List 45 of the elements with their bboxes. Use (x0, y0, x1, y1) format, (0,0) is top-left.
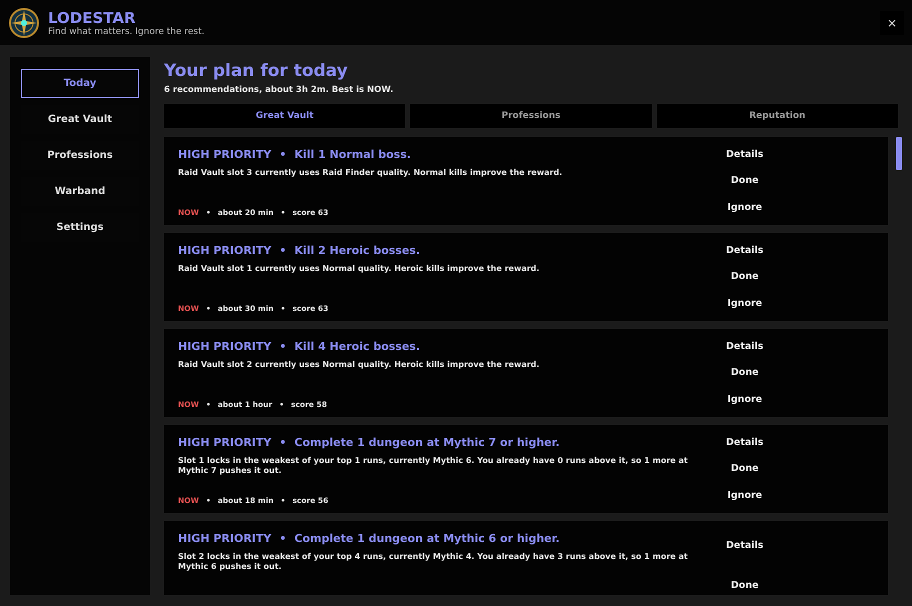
priority-label: HIGH PRIORITY (178, 436, 272, 449)
card-title: Kill 2 Heroic bosses. (294, 244, 420, 257)
compass-logo-icon (8, 6, 40, 38)
summary-text: 6 recommendations, about 3h 2m. Best is NOW. (164, 85, 394, 95)
card-title: Complete 1 dungeon at Mythic 7 or higher. (294, 436, 560, 449)
card-description: Slot 2 locks in the weakest of your top 4 runs, currently Mythic 4. You already have 3 runs above it, so 1 more at Mythic 6 pushes it out. (178, 552, 689, 572)
sidebar-item[interactable]: Today (21, 69, 139, 98)
scrollbar-thumb[interactable] (896, 137, 902, 170)
card-title: Kill 1 Normal boss. (294, 148, 411, 161)
tab[interactable]: Great Vault (164, 104, 406, 128)
priority-label: HIGH PRIORITY (178, 148, 272, 161)
tab[interactable]: Professions (410, 104, 652, 128)
priority-label: HIGH PRIORITY (178, 340, 272, 353)
card-action-button[interactable]: Details (718, 538, 772, 552)
card-description: Raid Vault slot 1 currently uses Normal quality. Heroic kills improve the reward. (178, 264, 540, 274)
separator-dot: • (279, 532, 286, 545)
card-action-button[interactable]: Done (718, 269, 772, 284)
separator-dot: • (279, 436, 286, 449)
page-heading: Your plan for today (164, 61, 349, 81)
card-action-button[interactable]: Done (718, 461, 772, 476)
card-description: Slot 1 locks in the weakest of your top 1 runs, currently Mythic 6. You already have 0 runs above it, so 1 more at Mythic 7 pushes it out. (178, 456, 689, 476)
card-action-button[interactable]: Ignore (718, 392, 772, 408)
card-action-button[interactable]: Ignore (718, 200, 772, 216)
card-action-button[interactable]: Ignore (718, 296, 772, 312)
card-title: Complete 1 dungeon at Mythic 6 or higher. (294, 532, 560, 545)
card-action-button[interactable]: Details (718, 338, 772, 354)
card-description: Raid Vault slot 2 currently uses Normal quality. Heroic kills improve the reward. (178, 360, 540, 370)
close-button[interactable]: × (880, 10, 904, 34)
card-description: Raid Vault slot 3 currently uses Raid Finder quality. Normal kills improve the reward. (178, 168, 564, 178)
tab[interactable]: Reputation (656, 104, 898, 128)
card-action-button[interactable]: Done (718, 365, 772, 380)
card-action-button[interactable]: Done (718, 578, 772, 592)
separator-dot: • (279, 148, 286, 161)
card-action-button[interactable]: Details (718, 434, 772, 450)
card-action-button[interactable]: Ignore (718, 488, 772, 504)
card-action-button[interactable]: Done (718, 173, 772, 188)
priority-label: HIGH PRIORITY (178, 532, 272, 545)
card-action-button[interactable]: Details (718, 146, 772, 162)
app-title: LODESTAR (48, 8, 137, 26)
app-tagline: Find what matters. Ignore the rest. (48, 26, 206, 36)
card-action-button[interactable]: Details (718, 242, 772, 258)
separator-dot: • (279, 244, 286, 257)
separator-dot: • (279, 340, 286, 353)
priority-label: HIGH PRIORITY (178, 244, 272, 257)
card-title: Kill 4 Heroic bosses. (294, 340, 420, 353)
